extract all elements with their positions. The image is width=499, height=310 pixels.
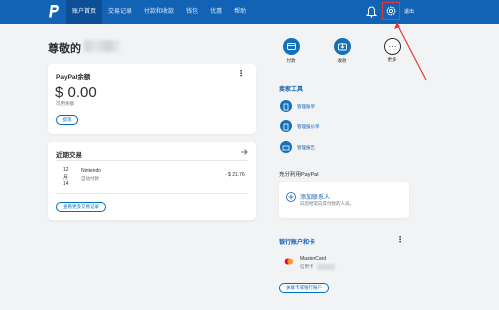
logout-link[interactable]: 退出 [404,8,414,15]
nav-item-home[interactable]: 账户首页 [66,0,103,24]
chevron-right-icon[interactable] [240,148,248,156]
view-more-transactions-button[interactable]: 查看更多交易记录 [56,202,106,212]
recent-transactions-title: 近期交易 [56,152,82,159]
make-most-title: 充分利用PayPal [279,172,319,178]
gear-icon[interactable] [385,5,397,17]
recent-divider-top [56,160,248,161]
receive-label: 收款 [337,58,347,63]
greeting-title: 尊敬的 [48,43,81,55]
document-icon[interactable] [280,141,292,153]
pay-label: 付款 [286,58,296,63]
txn-date-month: 月 [63,175,69,181]
nav-item-offers[interactable]: 优惠 [204,0,228,24]
seller-tool-quotes[interactable]: 管理报价单 [297,124,320,130]
add-contacts-card[interactable] [279,182,409,218]
txn-amount: - $ 21.76 [225,172,245,178]
top-nav-bar: 账户首页 交易记录 付款和收款 钱包 优惠 帮助 退出 [0,0,499,24]
nav-item-wallet[interactable]: 钱包 [180,0,204,24]
txn-date-day: 12 [63,167,69,173]
link-card-bank-button[interactable]: 关联卡或银行账户 [279,283,329,293]
seller-tool-reports[interactable]: 管理报告 [297,145,315,151]
card-number-blurred [317,264,335,270]
settings-highlight[interactable] [382,2,400,20]
bank-kebab-icon[interactable]: ⋮ [396,236,404,244]
nav-item-transactions[interactable]: 交易记录 [102,0,138,24]
balance-card-title: PayPal余额 [56,74,91,81]
paypal-logo-icon[interactable] [48,4,60,19]
seller-tool-invoices[interactable]: 管理账单 [297,104,315,110]
pay-button[interactable] [283,38,300,55]
more-label: 更多 [387,57,397,62]
nav-item-help[interactable]: 帮助 [228,0,252,24]
balance-amount: $ 0.00 [55,84,97,101]
transfer-button[interactable]: 提现 [56,115,78,125]
nav-item-send-receive[interactable]: 付款和收款 [138,0,180,24]
blurred-username [84,40,120,52]
pay-icon [287,43,296,50]
seller-tools-title: 卖家工具 [279,87,304,93]
receive-button[interactable] [334,38,351,55]
balance-kebab-icon[interactable]: ⋮ [237,70,245,78]
card-type: 信用卡 [300,264,314,269]
plus-icon [286,192,296,202]
more-button[interactable]: ⋯ [384,38,401,55]
document-icon[interactable] [280,100,292,112]
balance-available-label: 可用余额 [56,101,74,106]
txn-merchant[interactable]: Nintendo [81,168,101,174]
bank-cards-title: 银行账户和卡 [279,240,316,246]
txn-type: 自动付款 [81,176,99,181]
recent-divider-bottom [56,193,248,194]
receive-icon [338,42,347,50]
card-name[interactable]: MasterCard [300,256,326,262]
bell-icon[interactable] [366,6,377,18]
add-contacts-link[interactable]: 添加联系人 [300,192,330,201]
txn-date-num: 14 [63,181,69,187]
add-contacts-desc: 向您经常向其付款的人员。 [300,201,354,206]
more-icon: ⋯ [388,41,397,51]
document-icon[interactable] [280,120,292,132]
nav-menu: 账户首页 交易记录 付款和收款 钱包 优惠 帮助 [66,0,252,24]
mastercard-icon [284,258,294,265]
